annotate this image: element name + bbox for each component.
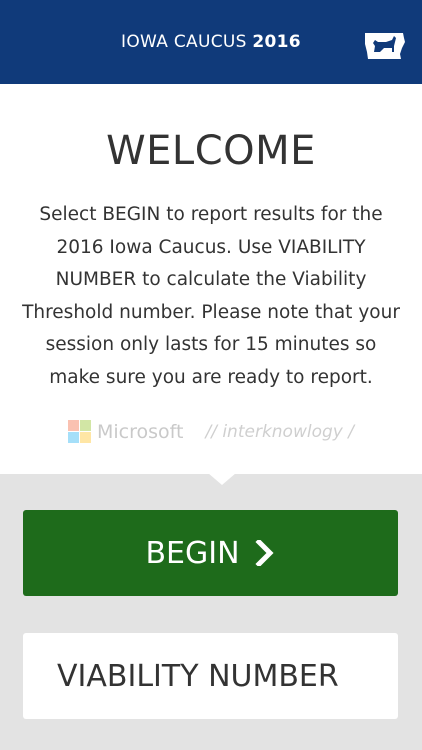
microsoft-logo-text: Microsoft — [97, 421, 184, 443]
app-header: IOWA CAUCUS 2016 — [0, 0, 422, 84]
header-title: IOWA CAUCUS 2016 — [121, 32, 301, 52]
header-title-prefix: IOWA CAUCUS — [121, 32, 247, 52]
welcome-instructions: Select BEGIN to report results for the 2… — [22, 204, 400, 388]
header-title-year: 2016 — [252, 32, 301, 52]
begin-button[interactable]: BEGIN — [23, 510, 398, 596]
begin-button-label: BEGIN — [145, 535, 240, 571]
iowa-donkey-icon — [365, 33, 405, 59]
viability-button-label: VIABILITY NUMBER — [57, 658, 339, 694]
interknowlogy-logo-text: // interknowlogy / — [205, 422, 354, 442]
panel-notch — [208, 473, 236, 485]
action-panel: BEGIN VIABILITY NUMBER — [0, 473, 422, 750]
chevron-right-icon — [254, 540, 274, 566]
welcome-section: WELCOME Select BEGIN to report results f… — [0, 84, 422, 474]
partner-logos: Microsoft // interknowlogy / — [0, 419, 422, 445]
microsoft-logo-icon — [68, 420, 92, 444]
welcome-heading: WELCOME — [106, 128, 316, 174]
viability-number-button[interactable]: VIABILITY NUMBER — [23, 633, 398, 719]
